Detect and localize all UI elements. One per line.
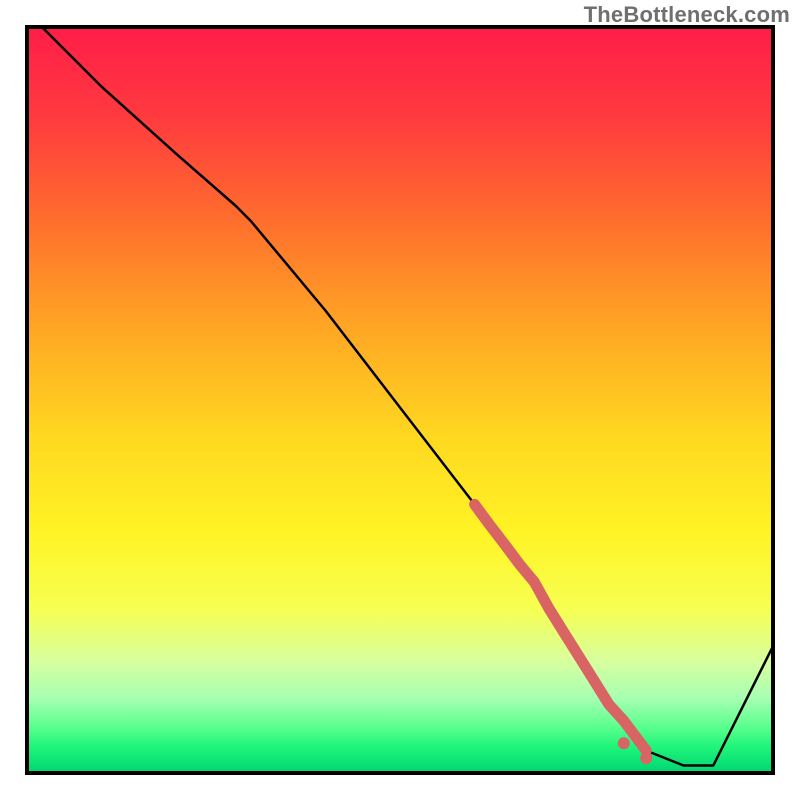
highlight-dot bbox=[640, 752, 652, 764]
watermark-label: TheBottleneck.com bbox=[584, 2, 790, 28]
gradient-background bbox=[27, 27, 773, 773]
bottleneck-chart bbox=[0, 0, 800, 800]
chart-stage: TheBottleneck.com bbox=[0, 0, 800, 800]
highlight-dot bbox=[618, 737, 630, 749]
plot-area bbox=[27, 27, 773, 773]
